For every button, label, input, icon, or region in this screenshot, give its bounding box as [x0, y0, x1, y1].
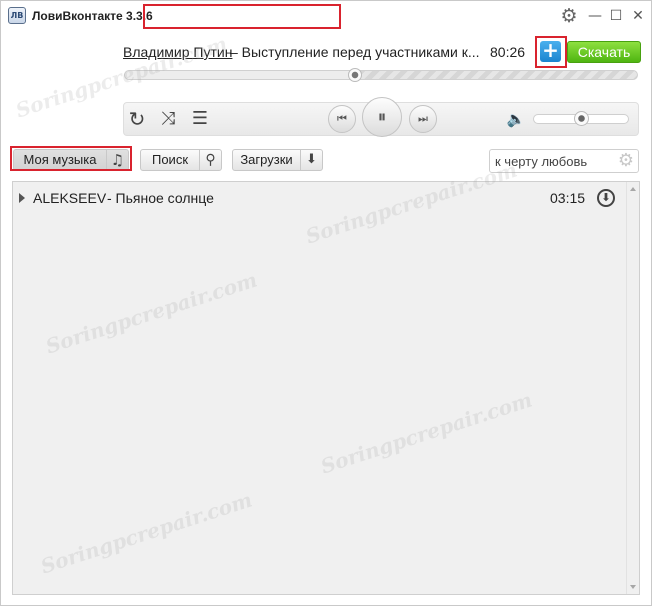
download-circle-icon[interactable]: ⬇	[597, 189, 615, 207]
search-input[interactable]	[495, 153, 613, 170]
minimize-button[interactable]: —	[585, 6, 605, 26]
download-button[interactable]: Скачать	[567, 41, 641, 63]
next-icon: ⏭	[418, 112, 428, 125]
tab-downloads-label: Загрузки	[240, 152, 293, 167]
playlist-icon[interactable]: ☰	[189, 107, 211, 131]
tab-search-label: Поиск	[151, 152, 189, 167]
download-arrow-icon: ⬇	[306, 152, 317, 167]
scroll-up-arrow-icon[interactable]	[630, 187, 636, 191]
shuffle-icon[interactable]: ⤨	[156, 107, 180, 131]
tab-downloads[interactable]: Загрузки ⬇	[232, 149, 323, 171]
window-title: ЛовиВконтакте 3.3.6	[32, 9, 153, 23]
search-settings-gear-icon[interactable]: ⚙	[616, 151, 636, 171]
track-duration: 03:15	[550, 190, 586, 206]
pause-button[interactable]: ⏸	[362, 97, 402, 137]
scroll-down-arrow-icon[interactable]	[630, 585, 636, 589]
volume-handle[interactable]	[574, 111, 589, 126]
now-playing-artist[interactable]: Владимир Путин	[123, 44, 232, 60]
track-artist: ALEKSEEV	[33, 190, 107, 206]
scrollbar[interactable]	[626, 182, 639, 594]
highlight-box-title	[143, 4, 341, 29]
progress-bar[interactable]	[124, 70, 638, 80]
search-icon: ⚲	[205, 152, 216, 168]
now-playing-title: – Выступление перед участниками к...	[230, 44, 480, 60]
progress-fill	[125, 71, 356, 79]
close-button[interactable]: ✕	[628, 6, 648, 26]
list-item[interactable]: ALEKSEEV - Пьяное солнце 03:15 ⬇	[13, 187, 625, 211]
maximize-button[interactable]: ☐	[606, 6, 626, 26]
previous-button[interactable]: ⏮	[328, 105, 356, 133]
previous-icon: ⏮	[337, 112, 347, 125]
repeat-icon[interactable]: ↻	[126, 107, 148, 131]
volume-icon[interactable]: 🔈	[505, 107, 527, 131]
title-bar: ЛВ ЛовиВконтакте 3.3.6 ⚙ — ☐ ✕	[1, 1, 651, 31]
pause-icon: ⏸	[377, 107, 387, 127]
highlight-box-add	[535, 36, 567, 68]
search-box: ⚙	[489, 149, 639, 173]
track-title: - Пьяное солнце	[107, 190, 214, 206]
tab-search[interactable]: Поиск ⚲	[140, 149, 222, 171]
highlight-box-tab	[10, 146, 132, 171]
app-logo-icon: ЛВ	[8, 7, 26, 24]
gear-icon[interactable]: ⚙	[559, 6, 579, 26]
now-playing-time: 80:26	[490, 44, 526, 60]
app-window: ЛВ ЛовиВконтакте 3.3.6 ⚙ — ☐ ✕ Владимир …	[0, 0, 652, 606]
play-triangle-icon[interactable]	[19, 193, 25, 203]
track-list: ALEKSEEV - Пьяное солнце 03:15 ⬇	[12, 181, 640, 595]
next-button[interactable]: ⏭	[409, 105, 437, 133]
